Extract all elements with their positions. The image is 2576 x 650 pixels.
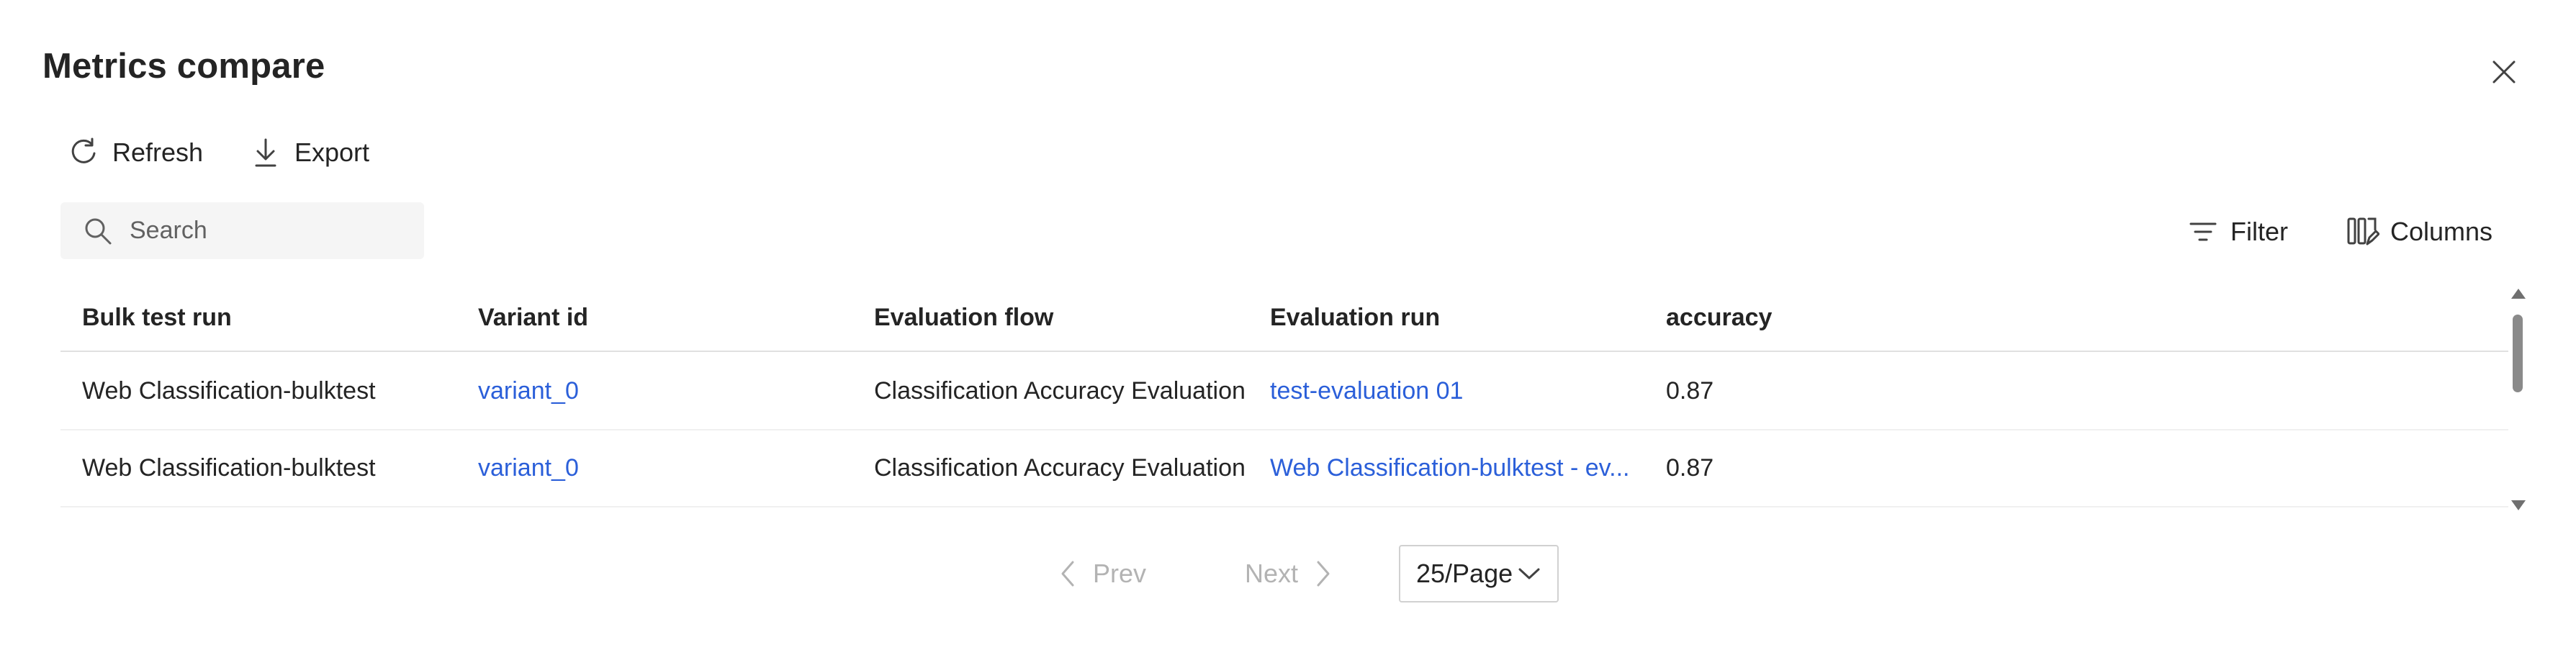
columns-button[interactable]: Columns	[2346, 212, 2492, 252]
bulk-test-run-cell: Web Classification-bulktest	[82, 454, 376, 482]
evaluation-flow-cell: Classification Accuracy Evaluation	[874, 377, 1246, 405]
bulk-test-run-cell: Web Classification-bulktest	[82, 377, 376, 405]
chevron-left-icon	[1058, 558, 1077, 590]
table-header: Bulk test run Variant id Evaluation flow…	[60, 284, 2508, 352]
variant-id-link[interactable]: variant_0	[478, 353, 852, 429]
metrics-table: Bulk test run Variant id Evaluation flow…	[60, 284, 2508, 507]
columns-label: Columns	[2390, 217, 2493, 246]
refresh-icon	[66, 135, 101, 170]
filter-icon	[2186, 215, 2220, 249]
chevron-right-icon	[1314, 558, 1333, 590]
refresh-label: Refresh	[112, 137, 204, 167]
export-label: Export	[294, 137, 370, 167]
scrollbar-thumb[interactable]	[2513, 315, 2523, 392]
evaluation-run-link[interactable]: test-evaluation 01	[1270, 353, 1644, 429]
refresh-button[interactable]: Refresh	[66, 132, 203, 173]
filter-button[interactable]: Filter	[2186, 212, 2288, 252]
table-row: Web Classification-bulktest variant_0 Cl…	[60, 353, 2508, 430]
column-header[interactable]: Variant id	[478, 284, 852, 351]
evaluation-flow-cell: Classification Accuracy Evaluation	[874, 454, 1246, 482]
next-label: Next	[1245, 559, 1299, 588]
variant-id-link[interactable]: variant_0	[478, 430, 852, 506]
search-input[interactable]	[130, 217, 403, 245]
download-icon	[248, 135, 283, 170]
prev-page-button[interactable]: Prev	[1058, 544, 1146, 603]
scroll-up-arrow-icon[interactable]	[2511, 289, 2526, 299]
column-header[interactable]: Evaluation run	[1270, 284, 1644, 351]
search-icon	[82, 215, 114, 247]
dialog-title: Metrics compare	[42, 47, 325, 86]
columns-edit-icon	[2346, 215, 2380, 249]
vertical-scrollbar[interactable]	[2508, 284, 2528, 515]
column-header[interactable]: Evaluation flow	[874, 284, 1256, 351]
scroll-down-arrow-icon[interactable]	[2511, 500, 2526, 510]
metrics-compare-dialog: Metrics compare Refresh Export Search Fi…	[0, 0, 2576, 650]
accuracy-cell: 0.87	[1666, 454, 1714, 482]
prev-label: Prev	[1093, 559, 1147, 588]
column-header[interactable]: accuracy	[1666, 284, 1954, 351]
accuracy-cell: 0.87	[1666, 377, 1714, 405]
page-size-value: 25/Page	[1416, 559, 1513, 588]
export-button[interactable]: Export	[248, 132, 369, 173]
close-button[interactable]	[2485, 55, 2523, 92]
chevron-down-icon	[1517, 566, 1541, 582]
page-size-dropdown[interactable]: 25/Page	[1399, 545, 1559, 602]
search-box	[60, 202, 424, 259]
filter-label: Filter	[2230, 217, 2288, 246]
table-row: Web Classification-bulktest variant_0 Cl…	[60, 430, 2508, 507]
next-page-button[interactable]: Next	[1245, 544, 1333, 603]
close-icon	[2490, 58, 2518, 90]
evaluation-run-link[interactable]: Web Classification-bulktest - ev...	[1270, 430, 1644, 506]
column-header[interactable]: Bulk test run	[82, 284, 456, 351]
